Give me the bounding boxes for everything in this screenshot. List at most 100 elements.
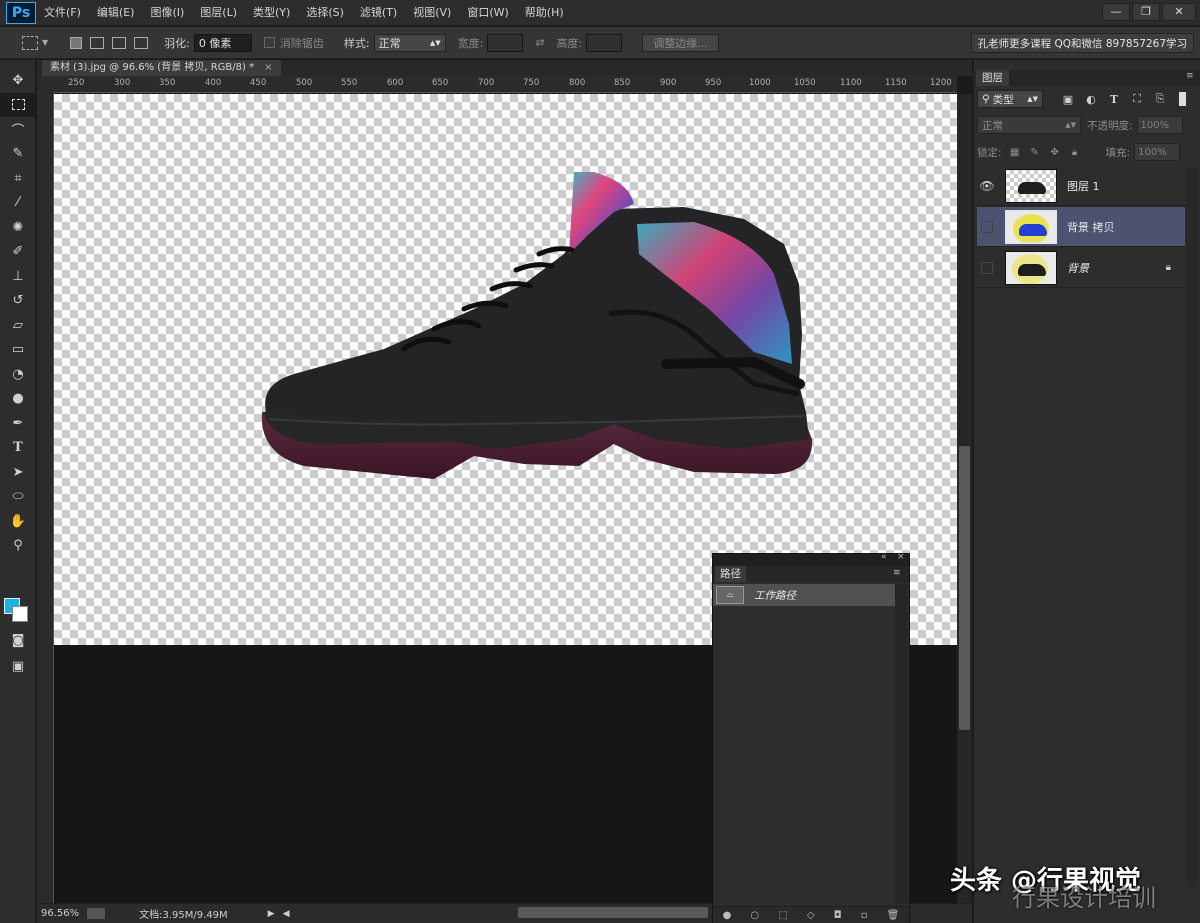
path-selection-tool-icon[interactable]: ➤ (0, 460, 36, 485)
panel-menu-icon[interactable]: ≡ (1186, 71, 1194, 81)
quick-select-tool-icon[interactable]: ✎ (0, 142, 36, 167)
blur-tool-icon[interactable]: ◔ (0, 362, 36, 387)
vertical-ruler[interactable] (37, 93, 54, 903)
horizontal-scrollbar-thumb[interactable] (518, 907, 708, 918)
preset-dropdown-icon[interactable]: ▼ (42, 38, 48, 47)
path-row-work-path[interactable]: ⌓ 工作路径 (713, 584, 895, 606)
layer-name[interactable]: 背景 (1067, 260, 1089, 276)
add-selection-icon[interactable] (90, 36, 105, 49)
restore-button[interactable]: ❐ (1132, 2, 1160, 21)
status-menu-arrow-icon[interactable]: ▶ (268, 909, 275, 919)
layer-row-background-copy[interactable]: 背景 拷贝 (977, 207, 1185, 247)
new-path-icon[interactable]: ▫ (861, 910, 868, 921)
ellipse-tool-icon[interactable]: ⬭ (0, 485, 36, 510)
minimize-button[interactable]: — (1102, 2, 1130, 21)
clone-stamp-tool-icon[interactable]: ⊥ (0, 264, 36, 289)
visibility-toggle[interactable] (977, 207, 997, 247)
blend-mode-select[interactable]: 正常 ▲▼ (977, 116, 1081, 134)
eraser-tool-icon[interactable]: ▱ (0, 313, 36, 338)
refine-edge-button[interactable]: 调整边缘... (642, 33, 719, 52)
menu-select[interactable]: 选择(S) (298, 0, 352, 26)
filter-toggle-switch[interactable] (1179, 92, 1186, 106)
scroll-left-icon[interactable]: ◀ (283, 909, 290, 919)
menu-image[interactable]: 图像(I) (142, 0, 192, 26)
layer-thumbnail[interactable] (1005, 209, 1057, 244)
add-mask-icon[interactable]: ◘ (834, 910, 842, 921)
eyedropper-tool-icon[interactable]: ⁄ (0, 191, 36, 216)
close-button[interactable]: ✕ (1162, 2, 1196, 21)
marquee-preset-icon[interactable] (22, 35, 38, 50)
height-input[interactable] (586, 33, 623, 52)
layer-thumbnail[interactable] (1005, 168, 1057, 203)
lock-pixels-icon[interactable]: ✎ (1028, 145, 1042, 159)
layer-name[interactable]: 背景 拷贝 (1067, 219, 1115, 235)
pen-tool-icon[interactable]: ✒ (0, 411, 36, 436)
fill-path-icon[interactable]: ● (723, 910, 732, 921)
hand-tool-icon[interactable]: ✋ (0, 509, 36, 534)
filter-smart-object-icon[interactable]: ⎘ (1151, 91, 1169, 107)
menu-layer[interactable]: 图层(L) (192, 0, 245, 26)
gradient-tool-icon[interactable]: ▭ (0, 338, 36, 363)
document-tab[interactable]: 素材 (3).jpg @ 96.6% (背景 拷贝, RGB/8) * × (42, 60, 281, 76)
menu-file[interactable]: 文件(F) (36, 0, 89, 26)
paths-tab[interactable]: 路径 (715, 566, 746, 582)
panel-menu-icon[interactable]: ≡ (893, 568, 901, 578)
swap-icon[interactable]: ⇄ (535, 36, 544, 49)
intersect-selection-icon[interactable] (134, 36, 149, 49)
brush-tool-icon[interactable]: ✐ (0, 240, 36, 265)
close-icon[interactable]: × (264, 62, 272, 73)
menu-view[interactable]: 视图(V) (405, 0, 459, 26)
feather-input[interactable]: 0 像素 (193, 33, 252, 52)
close-icon[interactable]: × (897, 552, 905, 562)
filter-shape-icon[interactable]: ⛶ (1128, 91, 1146, 107)
lock-all-icon[interactable]: 🔒︎ (1068, 145, 1082, 159)
new-selection-icon[interactable] (70, 36, 83, 49)
marquee-tool-icon[interactable] (0, 92, 36, 117)
fill-input[interactable]: 100% (1134, 143, 1181, 161)
paths-panel-titlebar[interactable]: « × (713, 552, 909, 566)
lock-position-icon[interactable]: ✥ (1048, 145, 1062, 159)
menu-type[interactable]: 类型(Y) (245, 0, 298, 26)
move-tool-icon[interactable]: ✥ (0, 68, 36, 93)
load-as-selection-icon[interactable]: ⬚ (778, 910, 787, 921)
stroke-path-icon[interactable]: ○ (750, 910, 759, 921)
menu-edit[interactable]: 编辑(E) (89, 0, 143, 26)
horizontal-ruler[interactable]: 250 300 350 400 450 500 550 600 650 700 … (54, 76, 957, 93)
zoom-tool-icon[interactable]: ⚲ (0, 534, 36, 559)
delete-path-icon[interactable]: 🗑︎ (887, 910, 900, 921)
screen-mode-icon[interactable]: ▣ (0, 654, 36, 679)
menu-filter[interactable]: 滤镜(T) (352, 0, 405, 26)
layer-row-background[interactable]: 背景 🔒︎ (977, 248, 1185, 288)
lock-transparent-icon[interactable]: ▦ (1008, 145, 1022, 159)
layer-thumbnail[interactable] (1005, 250, 1057, 285)
vertical-scrollbar-thumb[interactable] (959, 446, 970, 730)
quick-mask-icon[interactable]: ◙ (0, 628, 36, 653)
crop-tool-icon[interactable]: ⌗ (0, 166, 36, 191)
collapse-icon[interactable]: « (881, 552, 887, 562)
history-brush-tool-icon[interactable]: ↺ (0, 289, 36, 314)
opacity-input[interactable]: 100% (1136, 116, 1183, 134)
antialias-checkbox[interactable] (263, 37, 275, 48)
status-preview-icon[interactable] (87, 908, 106, 919)
type-tool-icon[interactable]: T (0, 436, 36, 461)
layer-name[interactable]: 图层 1 (1067, 178, 1100, 194)
layer-filter-select[interactable]: ⚲ 类型 ▲▼ (977, 90, 1043, 108)
layers-scrollbar[interactable] (1186, 166, 1198, 886)
layers-tab[interactable]: 图层 (976, 70, 1009, 86)
layer-row-layer1[interactable]: 👁︎ 图层 1 (977, 166, 1185, 206)
width-input[interactable] (487, 33, 524, 52)
filter-pixel-icon[interactable]: ▣ (1059, 91, 1077, 107)
healing-brush-tool-icon[interactable]: ✺ (0, 215, 36, 240)
background-color-swatch[interactable] (12, 606, 28, 622)
lasso-tool-icon[interactable]: ⌒ (0, 117, 36, 142)
visibility-toggle[interactable] (977, 248, 997, 288)
filter-type-icon[interactable]: T (1105, 91, 1123, 107)
paths-scrollbar[interactable] (895, 584, 908, 904)
zoom-level[interactable]: 96.56% (41, 908, 79, 919)
menu-window[interactable]: 窗口(W) (459, 0, 516, 26)
menu-help[interactable]: 帮助(H) (517, 0, 572, 26)
filter-adjustment-icon[interactable]: ◐ (1082, 91, 1100, 107)
ruler-origin[interactable] (37, 76, 54, 93)
path-name[interactable]: 工作路径 (754, 588, 796, 603)
path-thumbnail-icon[interactable]: ⌓ (716, 586, 744, 604)
